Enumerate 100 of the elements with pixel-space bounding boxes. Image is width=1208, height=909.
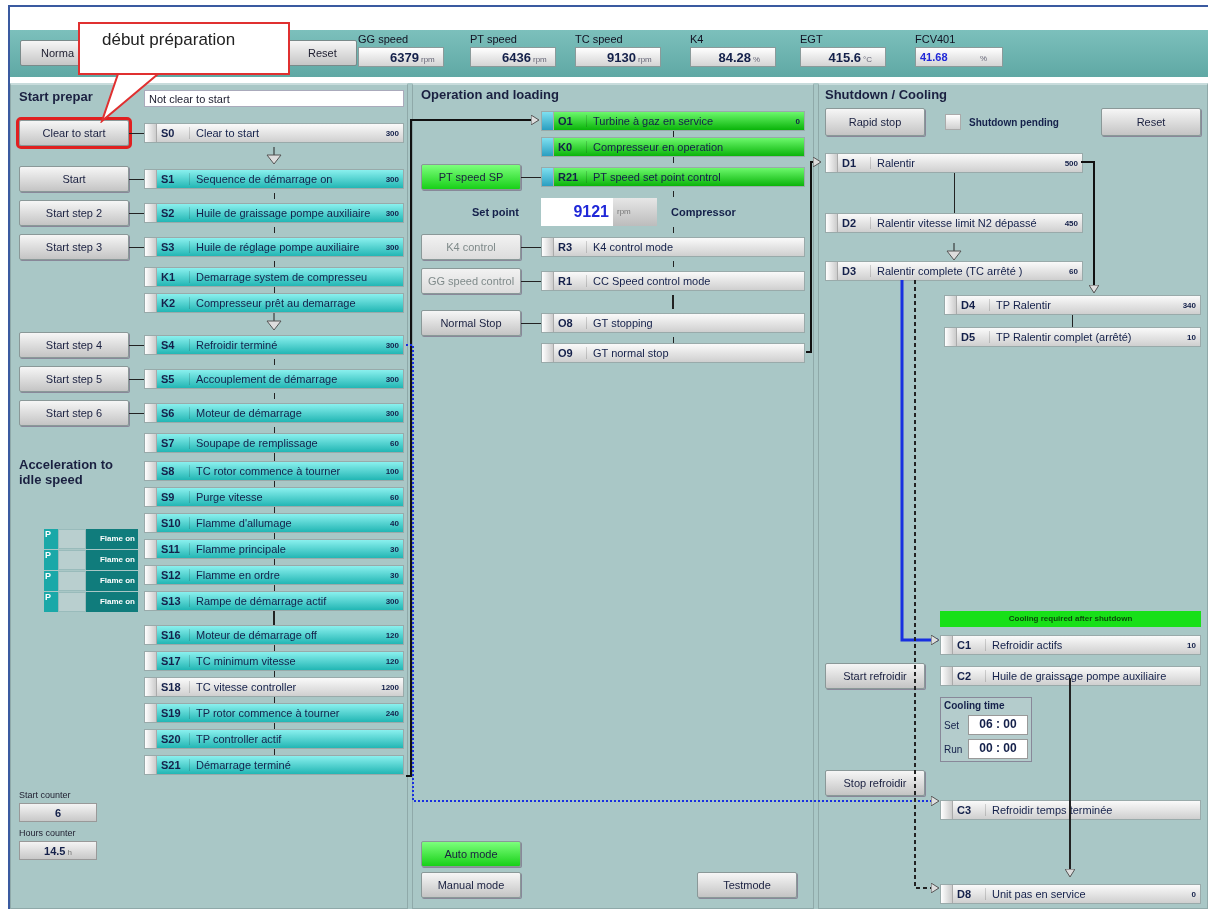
step-checkbox[interactable] <box>145 704 157 722</box>
step-checkbox[interactable] <box>945 328 957 346</box>
mode-button[interactable]: PT speed SP <box>421 164 521 190</box>
step-code: C3 <box>953 804 986 816</box>
step-checkbox[interactable] <box>145 756 157 774</box>
step-checkbox[interactable] <box>941 636 953 654</box>
mode-button[interactable]: Normal Stop <box>421 310 521 336</box>
readout-field: 41.68 % <box>915 47 1003 67</box>
step-button[interactable]: Clear to start <box>19 120 129 146</box>
step-checkbox[interactable] <box>145 678 157 696</box>
step-code: S5 <box>157 373 190 385</box>
step-checkbox[interactable] <box>145 238 157 256</box>
step-code: K2 <box>157 297 190 309</box>
step-timer: 240 <box>385 708 400 718</box>
step-code: S7 <box>157 437 190 449</box>
step-button[interactable]: Start step 4 <box>19 332 129 358</box>
readout-label: FCV401 <box>915 33 957 47</box>
step-checkbox[interactable] <box>542 138 554 156</box>
step-checkbox[interactable] <box>542 314 554 332</box>
time-label: Set <box>944 719 960 731</box>
step-checkbox[interactable] <box>542 168 554 186</box>
step-timer: 60 <box>390 492 400 502</box>
step-label: CC Speed control mode <box>592 275 712 287</box>
step-button[interactable]: Start step 5 <box>19 366 129 392</box>
step-checkbox[interactable] <box>145 204 157 222</box>
panel-title: Start prepar <box>19 89 94 106</box>
step-button[interactable]: Start step 3 <box>19 234 129 260</box>
step-label: Flamme en ordre <box>195 569 281 581</box>
step-checkbox[interactable] <box>145 294 157 312</box>
step-checkbox[interactable] <box>145 514 157 532</box>
step-label: TP rotor commence à tourner <box>195 707 341 719</box>
unit-label: rpm <box>613 198 657 226</box>
step-checkbox[interactable] <box>542 238 554 256</box>
counter-label: Start counter <box>19 790 72 802</box>
step-code: S19 <box>157 707 190 719</box>
readout-label: EGT <box>800 33 824 47</box>
step-checkbox[interactable] <box>145 370 157 388</box>
step-checkbox[interactable] <box>145 404 157 422</box>
step-label: Ralentir <box>876 157 916 169</box>
step-timer: 60 <box>1069 266 1079 276</box>
step-checkbox[interactable] <box>145 434 157 452</box>
step-checkbox[interactable] <box>826 214 838 232</box>
step-label: TC vitesse controller <box>195 681 298 693</box>
start-cooling-button[interactable]: Start refroidir <box>825 663 925 689</box>
step-checkbox[interactable] <box>826 262 838 280</box>
step-checkbox[interactable] <box>145 462 157 480</box>
step-checkbox[interactable] <box>145 540 157 558</box>
setpoint-field[interactable]: 9121 <box>541 198 613 226</box>
step-button[interactable]: Start step 6 <box>19 400 129 426</box>
reset-button[interactable]: Reset <box>1101 108 1201 136</box>
panel-title: Shutdown / Cooling <box>825 87 949 104</box>
readout-label: K4 <box>690 33 705 47</box>
step-checkbox[interactable] <box>145 268 157 286</box>
step-code: K1 <box>157 271 190 283</box>
step-checkbox[interactable] <box>941 885 953 903</box>
step-code: O1 <box>554 115 587 127</box>
step-checkbox[interactable] <box>145 488 157 506</box>
step-code: O9 <box>554 347 587 359</box>
test-mode-button[interactable]: Testmode <box>697 872 797 898</box>
step-code: S16 <box>157 629 190 641</box>
step-label: Compresseur prêt au demarrage <box>195 297 357 309</box>
stop-cooling-button[interactable]: Stop refroidir <box>825 770 925 796</box>
step-timer: 300 <box>385 208 400 218</box>
step-button[interactable]: Start step 2 <box>19 200 129 226</box>
step-checkbox[interactable] <box>145 592 157 610</box>
step-timer: 300 <box>385 242 400 252</box>
step-checkbox[interactable] <box>145 170 157 188</box>
step-checkbox[interactable] <box>542 112 554 130</box>
step-code: S20 <box>157 733 190 745</box>
mode-button[interactable]: Manual mode <box>421 872 521 898</box>
time-field[interactable]: 06 : 00 <box>968 715 1028 735</box>
step-checkbox[interactable] <box>145 730 157 748</box>
step-label: TP Ralentir complet (arrêté) <box>995 331 1133 343</box>
step-label: Demarrage system de compresseu <box>195 271 369 283</box>
step-checkbox[interactable] <box>941 667 953 685</box>
step-checkbox[interactable] <box>145 336 157 354</box>
step-checkbox[interactable] <box>145 626 157 644</box>
step-code: S3 <box>157 241 190 253</box>
step-timer: 100 <box>385 466 400 476</box>
step-label: TC rotor commence à tourner <box>195 465 342 477</box>
step-checkbox[interactable] <box>941 801 953 819</box>
step-timer: 0 <box>795 116 801 126</box>
step-timer: 120 <box>385 630 400 640</box>
step-checkbox[interactable] <box>542 272 554 290</box>
step-checkbox[interactable] <box>145 566 157 584</box>
step-checkbox[interactable] <box>145 652 157 670</box>
step-timer: 60 <box>390 438 400 448</box>
step-checkbox[interactable] <box>145 124 157 142</box>
step-label: Compresseur en operation <box>592 141 725 153</box>
step-label: GT stopping <box>592 317 654 329</box>
step-button[interactable]: Start <box>19 166 129 192</box>
step-checkbox[interactable] <box>826 154 838 172</box>
step-checkbox[interactable] <box>542 344 554 362</box>
step-label: Rampe de démarrage actif <box>195 595 328 607</box>
mode-button[interactable]: Auto mode <box>421 841 521 867</box>
step-checkbox[interactable] <box>945 296 957 314</box>
checkbox[interactable] <box>945 114 961 130</box>
step-code: O8 <box>554 317 587 329</box>
rapid-stop-button[interactable]: Rapid stop <box>825 108 925 136</box>
counter-field: 14.5 h <box>19 841 97 860</box>
